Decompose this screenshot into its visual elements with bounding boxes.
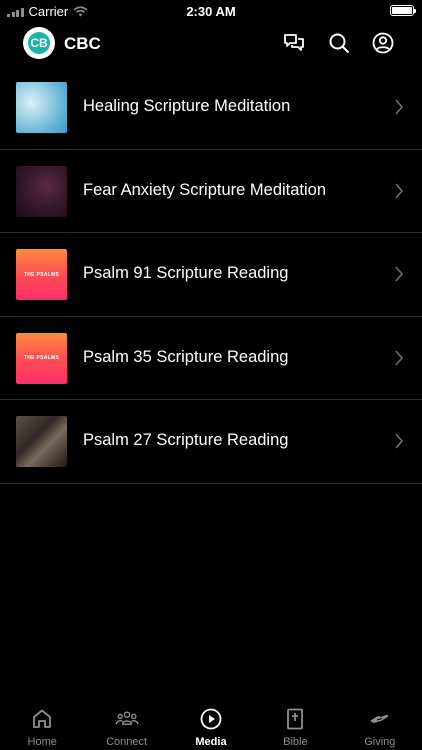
search-icon[interactable] [327, 31, 351, 55]
bible-icon [287, 708, 304, 730]
chevron-right-icon [395, 433, 404, 449]
item-title: Psalm 91 Scripture Reading [83, 264, 289, 282]
list-item[interactable]: Healing Scripture Meditation [0, 66, 422, 150]
item-title: Psalm 35 Scripture Reading [83, 347, 289, 366]
tab-label: Home [27, 736, 57, 748]
item-title: Healing Scripture Meditation [83, 97, 291, 115]
item-title: Fear Anxiety Scripture Meditation [83, 180, 327, 199]
tab-connect[interactable]: Connect [84, 700, 168, 750]
tab-label: Media [195, 736, 227, 748]
item-thumbnail [16, 82, 67, 133]
status-time: 2:30 AM [186, 4, 236, 19]
tab-bible[interactable]: Bible [253, 700, 337, 750]
thumbnail-text: THE PSALMS [23, 271, 60, 278]
list-item[interactable]: Fear Anxiety Scripture Meditation [0, 150, 422, 233]
status-bar: Carrier 2:30 AM [0, 0, 422, 22]
tab-label: Connect [106, 736, 148, 748]
giving-hand-icon [369, 714, 389, 723]
list-item[interactable]: THE PSALMS Psalm 91 Scripture Reading [0, 233, 422, 317]
tab-label: Giving [364, 736, 396, 748]
logo-mark: CB [28, 32, 50, 54]
tab-home[interactable]: Home [0, 700, 84, 750]
tab-label: Bible [283, 736, 308, 748]
list-item[interactable]: THE PSALMS Psalm 35 Scripture Reading [0, 317, 422, 400]
thumbnail-text: THE PSALMS [23, 355, 60, 361]
tab-giving[interactable]: Giving [338, 700, 422, 750]
media-list: Healing Scripture Meditation Fear Anxiet… [0, 66, 422, 484]
account-icon[interactable] [371, 31, 395, 55]
app-title: CBC [64, 34, 101, 53]
list-item[interactable]: Psalm 27 Scripture Reading [0, 400, 422, 484]
people-icon [115, 711, 138, 725]
chevron-right-icon [395, 99, 404, 115]
battery-icon [390, 5, 416, 16]
chevron-right-icon [395, 182, 404, 199]
item-thumbnail: THE PSALMS [16, 332, 67, 384]
home-icon [33, 709, 52, 728]
tab-bar: Home Connect Media Bible Giving [0, 700, 422, 750]
chevron-right-icon [395, 266, 404, 282]
item-title: Psalm 27 Scripture Reading [83, 431, 289, 449]
item-thumbnail: THE PSALMS [16, 249, 67, 300]
item-thumbnail [16, 416, 67, 467]
item-thumbnail [16, 165, 67, 217]
app-header: CB CBC [0, 25, 422, 61]
app-logo[interactable]: CB [23, 27, 55, 59]
tab-media[interactable]: Media [169, 700, 253, 750]
chevron-right-icon [395, 349, 404, 366]
play-icon [200, 708, 222, 730]
chat-icon[interactable] [282, 31, 306, 55]
